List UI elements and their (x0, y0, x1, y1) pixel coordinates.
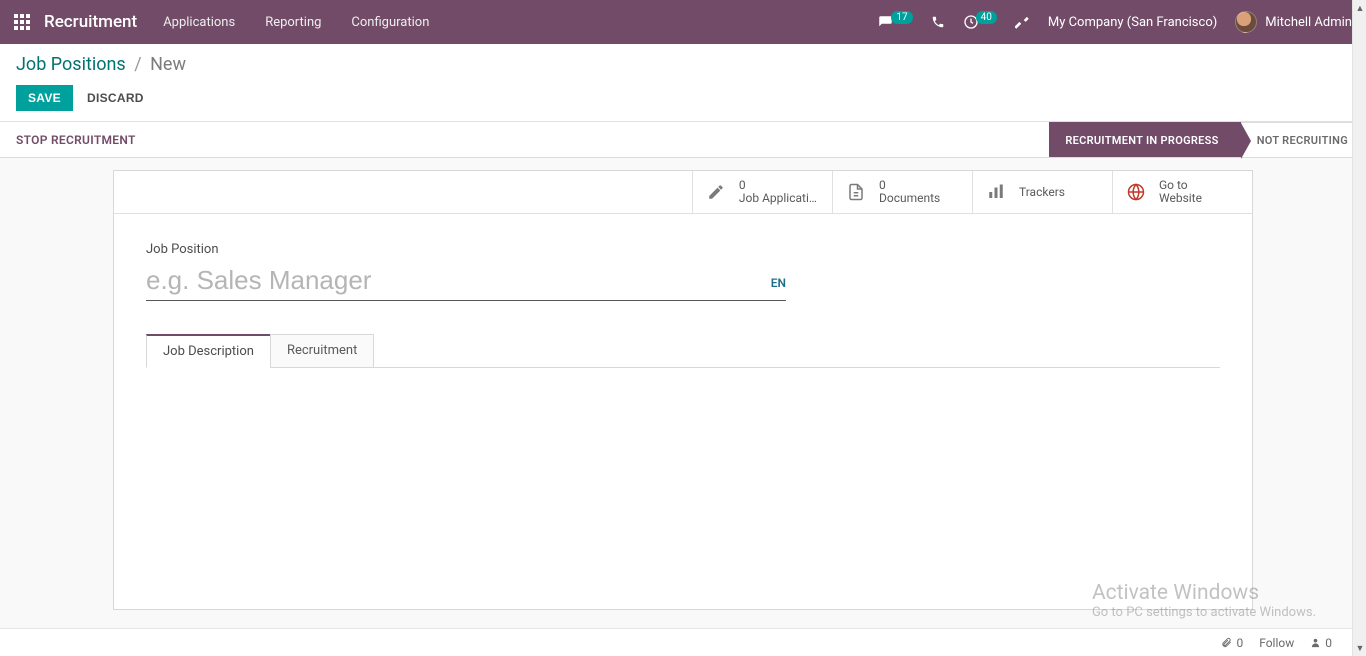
followers-count: 0 (1325, 636, 1332, 650)
stat-website-line1: Go to (1159, 179, 1202, 192)
stat-trackers[interactable]: Trackers (972, 171, 1112, 213)
stat-documents-label: Documents (879, 192, 940, 205)
breadcrumb: Job Positions / New (16, 54, 1350, 75)
nav-reporting[interactable]: Reporting (265, 15, 321, 30)
followers-button[interactable]: 0 (1310, 636, 1332, 650)
tabs: Job Description Recruitment (146, 333, 1220, 368)
job-position-label: Job Position (146, 242, 1220, 257)
status-pipeline: RECRUITMENT IN PROGRESS NOT RECRUITING (1049, 122, 1366, 157)
stat-website-line2: Website (1159, 192, 1202, 205)
form-sheet: 0 Job Applicati... 0 Documents Tracker (113, 170, 1253, 610)
avatar (1235, 11, 1257, 33)
bar-chart-icon (987, 183, 1009, 201)
activity-badge: 40 (976, 11, 997, 24)
follow-button[interactable]: Follow (1259, 636, 1294, 650)
form-actions: SAVE DISCARD (16, 85, 1350, 111)
job-position-field-wrap: EN (146, 263, 786, 301)
discard-button[interactable]: DISCARD (87, 91, 144, 105)
lang-toggle[interactable]: EN (771, 276, 786, 298)
person-icon (1310, 637, 1321, 648)
attachments-count: 0 (1236, 636, 1243, 650)
control-bar: Job Positions / New SAVE DISCARD (0, 44, 1366, 122)
save-button[interactable]: SAVE (16, 85, 73, 111)
stop-recruitment-button[interactable]: STOP RECRUITMENT (16, 133, 136, 147)
stage-recruitment-in-progress[interactable]: RECRUITMENT IN PROGRESS (1049, 122, 1240, 157)
company-selector[interactable]: My Company (San Francisco) (1048, 15, 1217, 30)
stat-go-to-website[interactable]: Go to Website (1112, 171, 1252, 213)
attachments-button[interactable]: 0 (1221, 636, 1243, 650)
breadcrumb-sep: / (134, 54, 141, 75)
document-icon (847, 182, 869, 202)
vertical-scrollbar[interactable]: ▲ ▼ (1352, 0, 1366, 656)
tab-recruitment[interactable]: Recruitment (270, 334, 374, 368)
app-brand[interactable]: Recruitment (44, 12, 137, 32)
nav-applications[interactable]: Applications (163, 15, 235, 30)
stat-applications-count: 0 (739, 179, 818, 192)
scroll-up-arrow[interactable]: ▲ (1353, 0, 1366, 16)
tab-job-description[interactable]: Job Description (146, 334, 271, 368)
globe-icon (1127, 183, 1149, 201)
messages-button[interactable]: 17 (877, 15, 912, 30)
nav-configuration[interactable]: Configuration (351, 15, 429, 30)
stat-documents-count: 0 (879, 179, 940, 192)
chat-badge: 17 (891, 11, 912, 24)
breadcrumb-root[interactable]: Job Positions (16, 54, 126, 75)
stat-documents[interactable]: 0 Documents (832, 171, 972, 213)
phone-icon (931, 15, 945, 29)
user-name: Mitchell Admin (1265, 15, 1352, 30)
status-bar: STOP RECRUITMENT RECRUITMENT IN PROGRESS… (0, 122, 1366, 158)
sheet-wrapper: 0 Job Applicati... 0 Documents Tracker (0, 158, 1366, 610)
activities-button[interactable]: 40 (963, 14, 997, 30)
stat-trackers-label: Trackers (1019, 186, 1065, 199)
topbar: Recruitment Applications Reporting Confi… (0, 0, 1366, 44)
debug-button[interactable] (1015, 15, 1030, 30)
job-position-input[interactable] (146, 263, 759, 298)
stat-row: 0 Job Applicati... 0 Documents Tracker (114, 171, 1252, 214)
form-body: Job Position EN Job Description Recruitm… (114, 214, 1252, 368)
pencil-icon (707, 183, 729, 201)
chatter-bar: 0 Follow 0 (0, 628, 1352, 656)
stage-not-recruiting[interactable]: NOT RECRUITING (1241, 122, 1366, 157)
paperclip-icon (1221, 637, 1232, 648)
stat-job-applications[interactable]: 0 Job Applicati... (692, 171, 832, 213)
user-menu[interactable]: Mitchell Admin (1235, 11, 1352, 33)
wrench-icon (1015, 15, 1030, 30)
apps-icon[interactable] (14, 14, 30, 30)
scroll-down-arrow[interactable]: ▼ (1353, 640, 1366, 656)
phone-button[interactable] (931, 15, 945, 29)
stat-applications-label: Job Applicati... (739, 192, 818, 205)
topbar-right: 17 40 My Company (San Francisco) Mitchel… (877, 11, 1352, 33)
top-nav: Applications Reporting Configuration (163, 15, 429, 30)
breadcrumb-current: New (150, 54, 186, 75)
